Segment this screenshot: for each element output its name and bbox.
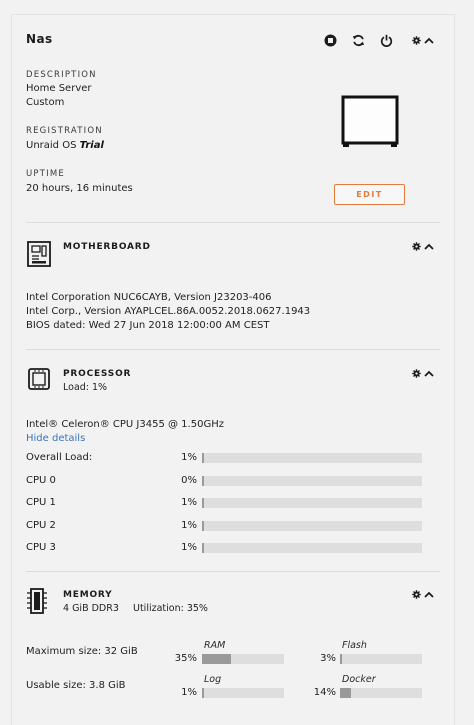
cpu-row-percent: 1% xyxy=(181,519,197,531)
registration-prefix: Unraid OS xyxy=(26,140,77,151)
cpu-load-bar-fill xyxy=(202,475,204,486)
chevron-up-icon[interactable] xyxy=(423,586,435,602)
gear-icon[interactable] xyxy=(411,586,421,602)
cpu-load-bar xyxy=(202,475,422,486)
registration-value: Unraid OS Trial xyxy=(26,140,104,151)
memory-bar-percent: 1% xyxy=(181,687,197,698)
cpu-load-bar xyxy=(202,453,422,463)
motherboard-title: MOTHERBOARD xyxy=(63,242,151,252)
cpu-row-percent: 0% xyxy=(181,474,197,486)
uptime-label: UPTIME xyxy=(26,169,65,179)
divider xyxy=(26,222,440,223)
memory-usage-bar xyxy=(202,688,284,698)
chevron-up-icon[interactable] xyxy=(423,238,435,254)
chevron-up-icon[interactable] xyxy=(423,365,435,381)
motherboard-line-3: BIOS dated: Wed 27 Jun 2018 12:00:00 AM … xyxy=(26,320,270,331)
divider xyxy=(26,349,440,350)
description-line-1: Home Server xyxy=(26,83,92,94)
power-icon[interactable] xyxy=(378,32,394,48)
cpu-load-bar-fill xyxy=(202,498,205,508)
memory-bar-label: Log xyxy=(204,674,222,685)
motherboard-line-2: Intel Corp., Version AYAPLCEL.86A.0052.2… xyxy=(26,306,311,317)
chevron-up-icon[interactable] xyxy=(423,32,435,48)
server-name: Nas xyxy=(26,32,53,46)
divider xyxy=(26,571,440,572)
cpu-load-bar-fill xyxy=(202,543,205,553)
edit-button[interactable]: EDIT xyxy=(334,184,405,205)
server-panel: Nas DESCRIPTION Home Server Custom REGIS… xyxy=(11,14,455,725)
stop-array-icon[interactable] xyxy=(322,32,338,48)
gear-icon[interactable] xyxy=(411,238,421,254)
memory-max-size: Maximum size: 32 GiB xyxy=(26,646,138,657)
memory-usage-bar-fill xyxy=(340,688,352,698)
memory-bar-label: RAM xyxy=(204,640,226,651)
cpu-row-percent: 1% xyxy=(181,497,197,508)
processor-title: PROCESSOR xyxy=(63,369,132,379)
cpu-load-bar xyxy=(202,498,422,508)
cpu-row-percent: 1% xyxy=(181,542,197,553)
cpu-model: Intel® Celeron® CPU J3455 @ 1.50GHz xyxy=(26,419,224,430)
memory-bar-percent: 14% xyxy=(313,687,336,698)
server-case-icon xyxy=(341,95,401,152)
memory-utilization: Utilization: 35% xyxy=(133,603,208,614)
registration-label: REGISTRATION xyxy=(26,126,103,136)
cpu-load-bar-fill xyxy=(202,453,205,463)
description-line-2: Custom xyxy=(26,97,65,108)
memory-bar-percent: 3% xyxy=(320,653,336,664)
cpu-row-label: CPU 1 xyxy=(26,497,56,508)
cpu-row-label: CPU 3 xyxy=(26,542,56,553)
motherboard-icon xyxy=(27,241,51,270)
reboot-icon[interactable] xyxy=(350,32,366,48)
memory-usage-bar-fill xyxy=(340,654,343,664)
cpu-row-label: CPU 2 xyxy=(26,519,56,531)
cpu-row-percent: 1% xyxy=(181,452,197,463)
cpu-load-bar-fill xyxy=(202,520,205,531)
cpu-load-bar xyxy=(202,543,422,553)
motherboard-line-1: Intel Corporation NUC6CAYB, Version J232… xyxy=(26,292,272,303)
memory-usage-bar-fill xyxy=(202,688,204,698)
memory-usage-bar xyxy=(340,688,422,698)
cpu-row-label: Overall Load: xyxy=(26,452,93,463)
memory-usable-size: Usable size: 3.8 GiB xyxy=(26,680,126,691)
cpu-row-label: CPU 0 xyxy=(26,474,56,486)
uptime-value: 20 hours, 16 minutes xyxy=(26,183,133,194)
registration-type: Trial xyxy=(79,140,104,151)
memory-bar-label: Docker xyxy=(342,674,376,685)
memory-bar-percent: 35% xyxy=(174,653,197,664)
cpu-icon xyxy=(27,367,51,394)
gear-icon[interactable] xyxy=(411,365,421,381)
memory-icon xyxy=(27,588,47,617)
memory-usage-bar xyxy=(202,654,284,664)
memory-installed: 4 GiB DDR3 xyxy=(63,603,119,614)
memory-usage-bar-fill xyxy=(202,654,231,664)
hide-details-link[interactable]: Hide details xyxy=(26,433,85,444)
cpu-load-bar xyxy=(202,520,422,531)
memory-bar-label: Flash xyxy=(342,640,367,651)
description-label: DESCRIPTION xyxy=(26,70,97,80)
gear-icon[interactable] xyxy=(411,32,421,48)
memory-usage-bar xyxy=(340,654,422,664)
memory-title: MEMORY xyxy=(63,590,113,600)
processor-load-summary: Load: 1% xyxy=(63,382,108,393)
